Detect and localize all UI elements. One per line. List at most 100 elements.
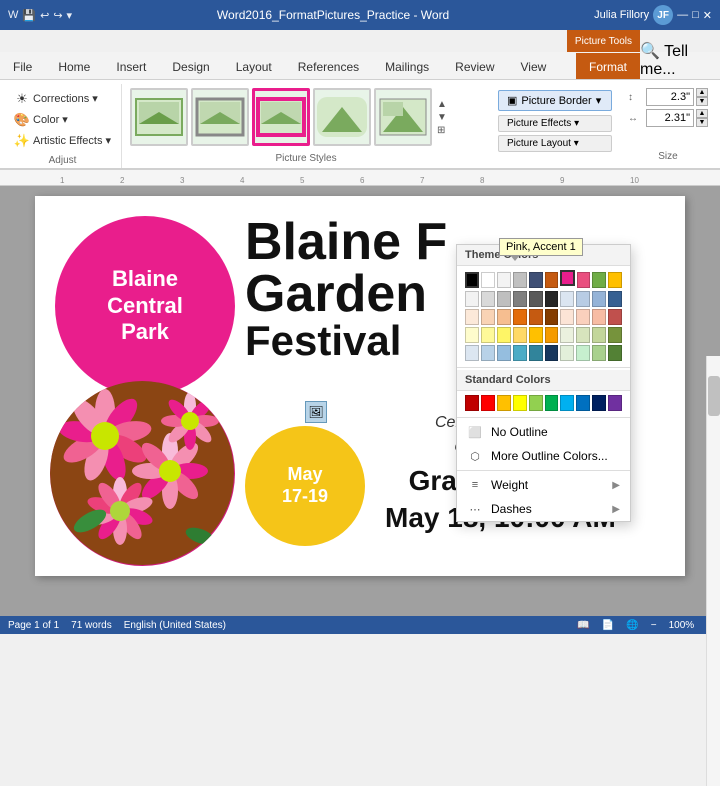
style-thumb-1[interactable]: [130, 88, 188, 146]
color-swatch-red[interactable]: [577, 272, 591, 288]
std-cyan[interactable]: [560, 395, 574, 411]
tab-references[interactable]: References: [285, 53, 372, 79]
corrections-icon: ☀: [14, 91, 30, 107]
redo-btn[interactable]: ↪: [53, 9, 62, 22]
scrollbar-thumb[interactable]: [708, 376, 720, 416]
theme-colors-row3: [465, 309, 622, 325]
tab-format[interactable]: Format: [576, 53, 640, 79]
style-thumb-3[interactable]: [252, 88, 310, 146]
color-button[interactable]: 🎨 Color ▾: [10, 110, 115, 130]
width-up[interactable]: ▲: [696, 109, 708, 118]
tab-home[interactable]: Home: [45, 53, 103, 79]
tooltip-arrow: [510, 255, 520, 261]
corrections-button[interactable]: ☀ Corrections ▾: [10, 89, 115, 109]
std-blue[interactable]: [576, 395, 590, 411]
color-swatch-lgray[interactable]: [497, 272, 511, 288]
artistic-dropdown-arrow[interactable]: ▾: [105, 134, 111, 147]
color-swatch-black[interactable]: [465, 272, 479, 288]
web-layout-btn[interactable]: 🌐: [626, 620, 638, 631]
theme-colors-row2: [465, 291, 622, 307]
std-lime[interactable]: [529, 395, 543, 411]
color-swatch-white[interactable]: [481, 272, 495, 288]
close-btn[interactable]: ✕: [703, 9, 712, 22]
height-down[interactable]: ▼: [696, 97, 708, 106]
restore-btn[interactable]: □: [692, 9, 699, 21]
adjust-buttons: ☀ Corrections ▾ 🎨 Color ▾ ✨ Artistic Eff…: [10, 84, 115, 155]
sep3: [457, 470, 630, 471]
picture-border-dropdown: Theme Colors Pink, Accent 1: [456, 244, 631, 522]
color-icon: 🎨: [14, 112, 30, 128]
title-line3: Festival: [245, 320, 447, 362]
color-swatch-gray[interactable]: [513, 272, 527, 288]
zoom-level: 100%: [669, 620, 695, 631]
status-bar: Page 1 of 1 71 words English (United Sta…: [0, 616, 720, 634]
picture-border-arrow[interactable]: ▾: [596, 94, 602, 107]
tell-me[interactable]: 🔍 Tell me...: [640, 41, 720, 79]
corrections-dropdown-arrow[interactable]: ▾: [92, 92, 98, 105]
width-input[interactable]: [646, 109, 694, 127]
picture-styles-grid: ▲ ▼ ⊞: [130, 88, 482, 146]
std-purple[interactable]: [608, 395, 622, 411]
width-down[interactable]: ▼: [696, 118, 708, 127]
more-colors-item[interactable]: ⬡ More Outline Colors...: [457, 444, 630, 468]
height-input[interactable]: [646, 88, 694, 106]
color-swatch-pink-accent[interactable]: [560, 270, 574, 286]
color-dropdown-arrow[interactable]: ▾: [62, 113, 68, 126]
picture-border-button[interactable]: ▣ Picture Border ▾: [498, 90, 612, 111]
std-green[interactable]: [545, 395, 559, 411]
artistic-effects-button[interactable]: ✨ Artistic Effects ▾: [10, 131, 115, 151]
color-swatch-green[interactable]: [592, 272, 606, 288]
style-thumb-5[interactable]: [374, 88, 432, 146]
weight-item[interactable]: ≡ Weight ▶: [457, 473, 630, 497]
app-title: Word2016_FormatPictures_Practice - Word: [72, 8, 594, 22]
tooltip-text: Pink, Accent 1: [506, 241, 576, 253]
customize-btn[interactable]: ▾: [67, 9, 73, 22]
standard-colors-row: [457, 391, 630, 415]
tab-mailings[interactable]: Mailings: [372, 53, 442, 79]
adjust-section: ☀ Corrections ▾ 🎨 Color ▾ ✨ Artistic Eff…: [4, 84, 122, 168]
std-yellow[interactable]: [513, 395, 527, 411]
tab-insert[interactable]: Insert: [103, 53, 159, 79]
picture-effects-button[interactable]: Picture Effects ▾: [498, 115, 612, 132]
theme-colors-row5: [465, 345, 622, 361]
tab-design[interactable]: Design: [159, 53, 222, 79]
minimize-btn[interactable]: —: [677, 9, 688, 21]
height-up[interactable]: ▲: [696, 88, 708, 97]
std-darkred[interactable]: [465, 395, 479, 411]
styles-more[interactable]: ⊞: [437, 125, 447, 136]
style-thumb-2[interactable]: [191, 88, 249, 146]
height-row: ↕ ▲ ▼: [628, 88, 708, 106]
color-swatch-yellow[interactable]: [608, 272, 622, 288]
picture-tools-badge: Picture Tools: [567, 30, 640, 52]
tab-file[interactable]: File: [0, 53, 45, 79]
print-layout-btn[interactable]: 📄: [602, 620, 614, 631]
undo-btn[interactable]: ↩: [40, 9, 49, 22]
dashes-item[interactable]: ⋯ Dashes ▶: [457, 497, 630, 521]
styles-scroll-down[interactable]: ▼: [437, 112, 447, 123]
color-swatch-orange[interactable]: [545, 272, 559, 288]
std-orange[interactable]: [497, 395, 511, 411]
zoom-out-btn[interactable]: −: [651, 620, 657, 631]
pink-circle: Blaine Central Park: [55, 216, 235, 396]
style-thumb-4[interactable]: [313, 88, 371, 146]
tab-review[interactable]: Review: [442, 53, 507, 79]
save-btn[interactable]: 💾: [22, 9, 36, 22]
color-swatch-navy[interactable]: [529, 272, 543, 288]
picture-styles-label: Picture Styles: [130, 153, 482, 166]
no-outline-icon: ⬜: [467, 424, 483, 440]
scrollbar-right[interactable]: [706, 356, 720, 786]
ruler: 1 2 3 4 5 6 7 8 9 10: [0, 170, 720, 186]
picture-layout-button[interactable]: Picture Layout ▾: [498, 135, 612, 152]
artistic-icon: ✨: [14, 133, 30, 149]
tab-layout[interactable]: Layout: [223, 53, 285, 79]
std-darkblue[interactable]: [592, 395, 606, 411]
read-mode-btn[interactable]: 📖: [577, 620, 589, 631]
theme-colors-area: Pink, Accent 1: [457, 266, 630, 365]
styles-scroll-up[interactable]: ▲: [437, 99, 447, 110]
std-red[interactable]: [481, 395, 495, 411]
no-outline-item[interactable]: ⬜ No Outline: [457, 420, 630, 444]
tab-view[interactable]: View: [508, 53, 560, 79]
sep1: [457, 367, 630, 368]
title-line2: Garden: [245, 268, 447, 320]
yellow-circle-text: May 17-19: [282, 464, 328, 507]
